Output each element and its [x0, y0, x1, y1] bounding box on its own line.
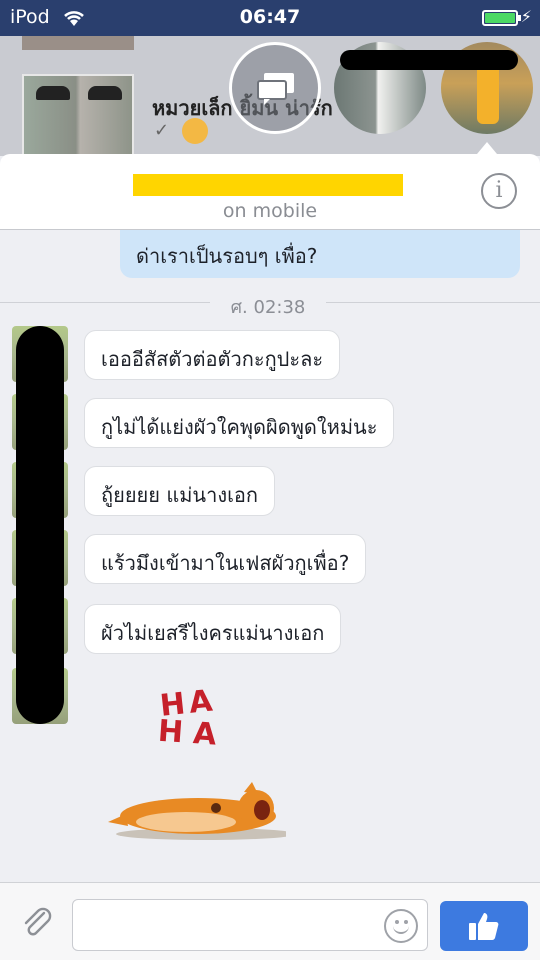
- contact-name-redacted: [133, 174, 403, 196]
- conversation-header: on mobile i: [0, 154, 540, 230]
- laughing-dog-sticker-icon: [108, 782, 286, 840]
- emoji-icon: [182, 118, 208, 144]
- thumbs-up-icon: [469, 913, 499, 940]
- outgoing-message: ด่าเราเป็นรอบๆ เพื่อ?: [120, 230, 520, 278]
- sticker-haha-dog[interactable]: HA HA: [100, 683, 300, 856]
- list-item-thumbnail-partial: [22, 36, 134, 50]
- info-button[interactable]: i: [481, 173, 517, 209]
- battery-icon: [482, 10, 521, 26]
- status-bar: iPod 06:47 ⚡: [0, 0, 540, 36]
- seen-check: ✓: [154, 120, 170, 141]
- messages-chathead-icon[interactable]: [229, 42, 321, 134]
- bolt-icon: ⚡: [520, 7, 532, 26]
- incoming-message: แร้วมึงเข้ามาในเฟสผัวกูเพื่อ?: [84, 534, 367, 584]
- message-input[interactable]: [72, 899, 428, 951]
- presence-status: on mobile: [222, 200, 318, 222]
- incoming-message: ถู้ยยยย แม่นางเอก: [84, 466, 276, 516]
- sticker-text: HA: [156, 713, 228, 754]
- redaction-bar: [340, 50, 518, 70]
- incoming-message: กูไม่ได้แย่งผัวใคพุดผิดพูดใหม่นะ: [84, 398, 395, 448]
- incoming-message: เอออีสัสตัวต่อตัวกะกูปะละ: [84, 330, 341, 380]
- chathead-pointer: [477, 142, 497, 154]
- paperclip-icon[interactable]: [20, 905, 56, 941]
- smiley-icon[interactable]: [384, 909, 418, 943]
- clock: 06:47: [239, 6, 301, 28]
- message-thread[interactable]: ด่าเราเป็นรอบๆ เพื่อ? ศ. 02:38 เอออีสัสต…: [0, 230, 540, 882]
- avatar-redaction: [16, 326, 64, 724]
- conversation-thumbnail: [22, 74, 134, 156]
- incoming-message: ผัวไม่เยสรีไงครแม่นางเอก: [84, 604, 342, 654]
- message-composer: [0, 882, 540, 960]
- timestamp-divider: ศ. 02:38: [0, 292, 540, 318]
- like-button[interactable]: [440, 901, 528, 951]
- timestamp: ศ. 02:38: [230, 297, 306, 318]
